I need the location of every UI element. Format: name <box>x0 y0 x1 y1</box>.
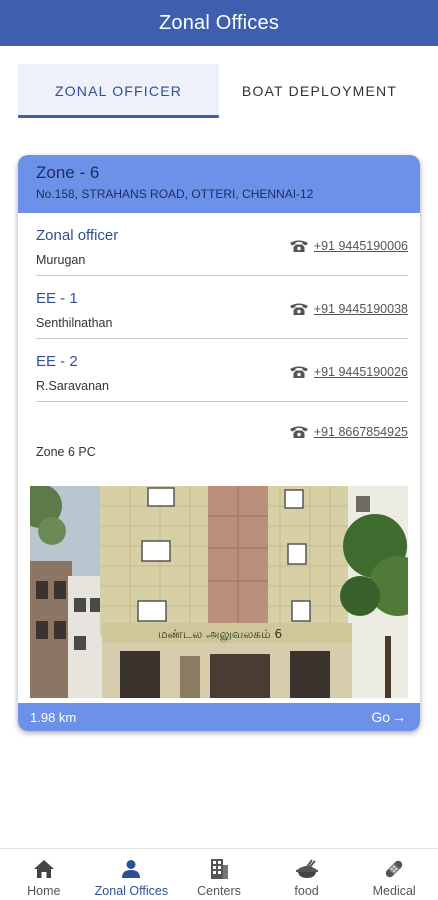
zone-name: Zone - 6 <box>36 163 100 182</box>
contact-name: Murugan <box>36 253 86 267</box>
phone-icon <box>288 424 310 440</box>
nav-label: Home <box>27 884 61 898</box>
phone-number: +91 9445190006 <box>313 239 408 253</box>
contact-role: EE - 2 <box>36 353 78 370</box>
contact-name: Senthilnathan <box>36 316 113 330</box>
nav-label: Centers <box>197 884 241 898</box>
call-link[interactable]: +91 9445190026 <box>288 364 408 380</box>
go-label: Go <box>371 709 390 725</box>
zone-address: No.158, STRAHANS ROAD, OTTERI, CHENNAI-1… <box>36 187 314 201</box>
contact-row: Zone 6 PC +91 8667854925 <box>36 402 408 468</box>
contact-name: R.Saravanan <box>36 379 109 393</box>
phone-icon <box>288 238 310 254</box>
distance-label: 1.98 km <box>30 709 77 725</box>
building-sign: மண்டல அலுவலகம் 6 <box>158 627 282 642</box>
nav-item-medical[interactable]: Medical <box>350 849 438 900</box>
food-icon <box>295 857 319 881</box>
phone-icon <box>288 301 310 317</box>
card-footer: 1.98 km Go → <box>18 703 420 731</box>
nav-label: food <box>294 884 319 898</box>
contact-role: Zonal officer <box>36 227 119 244</box>
tab-boat-deployment[interactable]: BOAT DEPLOYMENT <box>219 64 420 118</box>
call-link[interactable]: +91 9445190006 <box>288 238 408 254</box>
home-icon <box>32 857 56 881</box>
tab-zonal-officer[interactable]: ZONAL OFFICER <box>18 64 219 118</box>
bottom-navigation: Home Zonal Offices Centers food Medical <box>0 848 438 900</box>
contact-name: Zone 6 PC <box>36 445 96 459</box>
nav-label: Medical <box>372 884 416 898</box>
phone-number: +91 8667854925 <box>313 425 408 439</box>
nav-item-home[interactable]: Home <box>0 849 88 900</box>
call-link[interactable]: +91 8667854925 <box>288 424 408 440</box>
contact-list: Zonal officer Murugan +91 9445190006 EE … <box>18 213 420 468</box>
tab-bar: ZONAL OFFICER BOAT DEPLOYMENT <box>18 64 420 118</box>
nav-item-food[interactable]: food <box>263 849 351 900</box>
contact-row: EE - 2 R.Saravanan +91 9445190026 <box>36 339 408 402</box>
nav-item-centers[interactable]: Centers <box>175 849 263 900</box>
contact-row: Zonal officer Murugan +91 9445190006 <box>36 213 408 276</box>
person-icon <box>119 857 143 881</box>
tab-label: BOAT DEPLOYMENT <box>241 83 398 99</box>
arrow-right-icon: → <box>392 709 406 725</box>
nav-item-zonal-offices[interactable]: Zonal Offices <box>88 849 176 900</box>
page-title: Zonal Offices <box>158 11 280 34</box>
phone-icon <box>288 364 310 380</box>
nav-label: Zonal Offices <box>94 884 169 898</box>
office-building-image: மண்டல அலுவலகம் 6 <box>30 486 408 698</box>
phone-number: +91 9445190026 <box>313 365 408 379</box>
contact-role: EE - 1 <box>36 290 78 307</box>
building-icon <box>207 857 231 881</box>
phone-number: +91 9445190038 <box>313 302 408 316</box>
zone-card: Zone - 6 No.158, STRAHANS ROAD, OTTERI, … <box>18 155 420 731</box>
call-link[interactable]: +91 9445190038 <box>288 301 408 317</box>
contact-row: EE - 1 Senthilnathan +91 9445190038 <box>36 276 408 339</box>
go-button[interactable]: Go → <box>371 709 406 725</box>
tab-label: ZONAL OFFICER <box>54 83 183 99</box>
bandage-icon <box>382 857 406 881</box>
zone-card-header: Zone - 6 No.158, STRAHANS ROAD, OTTERI, … <box>18 155 420 213</box>
app-bar: Zonal Offices <box>0 0 438 46</box>
